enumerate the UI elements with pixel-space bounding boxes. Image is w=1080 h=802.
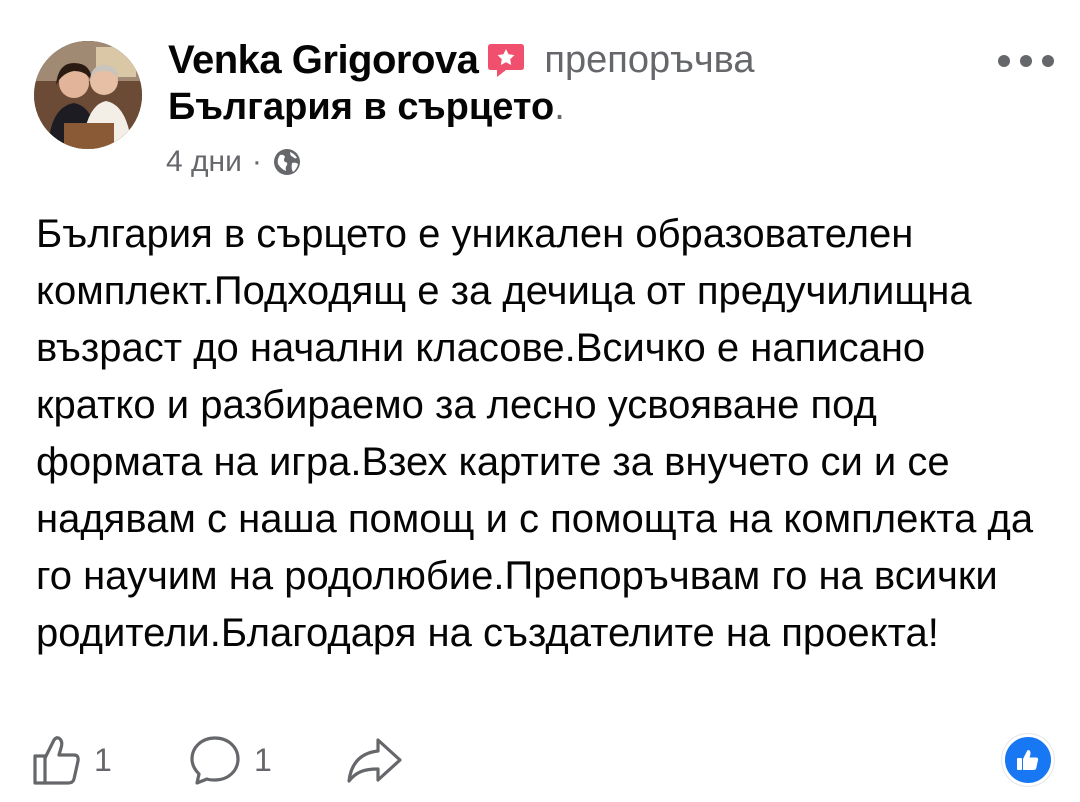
thumbs-up-icon	[33, 736, 80, 785]
more-dot	[1042, 55, 1054, 67]
share-button[interactable]	[344, 730, 406, 790]
post-meta: 4 дни ·	[166, 140, 302, 184]
avatar-photo	[34, 41, 142, 149]
comment-button[interactable]: 1	[188, 730, 272, 790]
like-reaction-icon[interactable]	[1002, 734, 1054, 786]
comment-count: 1	[254, 741, 272, 778]
like-count: 1	[94, 741, 112, 778]
author-avatar[interactable]	[34, 41, 142, 149]
post-body-text: България в сърцето е уникален образовате…	[36, 212, 1034, 655]
share-icon	[347, 738, 402, 783]
reaction-thumb-icon	[1017, 750, 1039, 770]
post-text: България в сърцето е уникален образовате…	[36, 206, 1046, 693]
post-header-line: Venka Grigorova препоръчва	[168, 36, 755, 84]
recommend-action-text: препоръчва	[544, 38, 755, 81]
more-options-icon[interactable]	[998, 46, 1054, 76]
more-dot	[998, 55, 1010, 67]
more-dot	[1020, 55, 1032, 67]
recommend-badge-icon	[486, 40, 526, 80]
page-name-suffix: .	[554, 85, 565, 128]
post-timestamp[interactable]: 4 дни	[166, 145, 242, 179]
author-name[interactable]: Venka Grigorova	[168, 38, 479, 83]
recommended-page-name[interactable]: България в сърцето	[168, 86, 554, 129]
post-actions-bar: 1 1	[32, 730, 1054, 790]
comment-icon	[190, 736, 240, 785]
meta-separator: ·	[251, 145, 262, 178]
like-button[interactable]: 1	[32, 730, 112, 790]
globe-icon[interactable]	[272, 147, 302, 177]
recommended-page-line: България в сърцето .	[168, 82, 565, 132]
